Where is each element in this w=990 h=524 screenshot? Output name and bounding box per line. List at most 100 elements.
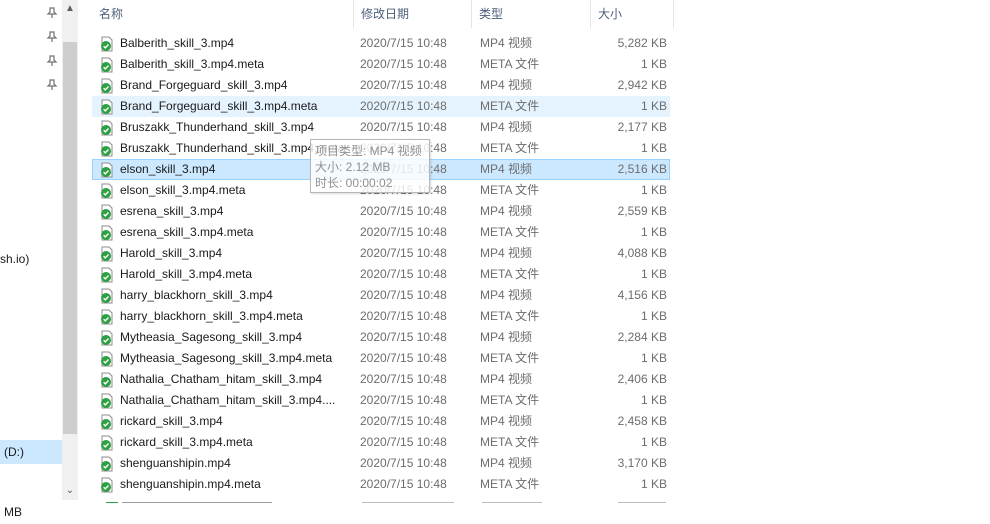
file-size: 1 KB: [640, 267, 667, 281]
file-name: Brand_Forgeguard_skill_3.mp4: [120, 78, 288, 92]
file-row[interactable]: Nathalia_Chatham_hitam_skill_3.mp4 2020/7…: [92, 369, 670, 390]
file-date: 2020/7/15 10:48: [360, 225, 447, 239]
file-name: shenguanshipin.mp4: [120, 456, 231, 470]
file-type: MP4 视频: [480, 456, 533, 470]
pin-icon[interactable]: [46, 31, 58, 43]
file-date: 2020/7/15 10:48: [360, 246, 447, 260]
scroll-thumb[interactable]: [63, 42, 77, 434]
file-synced-icon: [101, 57, 113, 73]
file-row[interactable]: esrena_skill_3.mp4 2020/7/15 10:48 MP4 视频 2…: [92, 201, 670, 222]
file-date: 2020/7/15 10:48: [360, 456, 447, 470]
file-name: Nathalia_Chatham_hitam_skill_3.mp4....: [120, 393, 336, 407]
file-type: META 文件: [480, 183, 540, 197]
file-row[interactable]: harry_blackhorn_skill_3.mp4.meta 2020/7/1…: [92, 306, 670, 327]
file-type: MP4 视频: [480, 78, 533, 92]
file-date: 2020/7/15 10:48: [360, 57, 447, 71]
pin-icon[interactable]: [46, 79, 58, 91]
file-name: Mytheasia_Sagesong_skill_3.mp4: [120, 330, 303, 344]
file-synced-icon: [101, 36, 113, 52]
file-size: 4,156 KB: [617, 288, 667, 302]
file-date: 2020/7/15 10:48: [360, 414, 447, 428]
file-type: MP4 视频: [480, 414, 533, 428]
file-synced-icon: [101, 162, 113, 178]
file-name: Balberith_skill_3.mp4: [120, 36, 235, 50]
file-synced-icon: [101, 78, 113, 94]
file-size: 1 KB: [640, 351, 667, 365]
file-synced-icon: [101, 414, 113, 430]
file-row[interactable]: Brand_Forgeguard_skill_3.mp4.meta 2020/7/…: [92, 96, 670, 117]
file-row[interactable]: Balberith_skill_3.mp4 2020/7/15 10:48 MP4 …: [92, 33, 670, 54]
file-synced-icon: [101, 477, 113, 493]
file-row[interactable]: Mytheasia_Sagesong_skill_3.mp4 2020/7/15 …: [92, 327, 670, 348]
file-size: 1 KB: [640, 99, 667, 113]
file-size: 1 KB: [640, 183, 667, 197]
file-synced-icon: [101, 204, 113, 220]
nav-item-drive-d[interactable]: (D:): [0, 440, 62, 464]
file-type: META 文件: [480, 267, 540, 281]
file-row[interactable]: harry_blackhorn_skill_3.mp4 2020/7/15 10:…: [92, 285, 670, 306]
file-synced-icon: [101, 246, 113, 262]
file-row[interactable]: Nathalia_Chatham_hitam_skill_3.mp4.... 20…: [92, 390, 670, 411]
file-name: Nathalia_Chatham_hitam_skill_3.mp4: [120, 372, 323, 386]
file-info-tooltip: 项目类型: MP4 视频 大小: 2.12 MB 时长: 00:00:02: [310, 139, 430, 193]
file-date: 2020/7/15 10:48: [360, 330, 447, 344]
file-date: 2020/7/15 10:48: [360, 435, 447, 449]
partial-row: [98, 497, 668, 503]
file-date: 2020/7/15 10:48: [360, 477, 447, 491]
file-synced-icon: [101, 309, 113, 325]
file-row[interactable]: Bruszakk_Thunderhand_skill_3.mp4 2020/7/1…: [92, 117, 670, 138]
pin-icon[interactable]: [46, 7, 58, 19]
nav-scrollbar[interactable]: ▲ ⌄: [62, 0, 78, 500]
file-name: shenguanshipin.mp4.meta: [120, 477, 261, 491]
file-date: 2020/7/15 10:48: [360, 120, 447, 134]
tooltip-duration: 时长: 00:00:02: [315, 176, 393, 190]
column-header: ⌃ 名称 修改日期 类型 大小: [92, 0, 674, 28]
column-header-size[interactable]: 大小: [591, 0, 674, 28]
file-synced-icon: [101, 288, 113, 304]
file-type: MP4 视频: [480, 162, 533, 176]
file-row[interactable]: Mytheasia_Sagesong_skill_3.mp4.meta 2020/…: [92, 348, 670, 369]
file-synced-icon: [101, 99, 113, 115]
file-synced-icon: [101, 456, 113, 472]
file-size: 1 KB: [640, 225, 667, 239]
file-row[interactable]: rickard_skill_3.mp4 2020/7/15 10:48 MP4 视频…: [92, 411, 670, 432]
file-date: 2020/7/15 10:48: [360, 36, 447, 50]
file-row[interactable]: shenguanshipin.mp4.meta 2020/7/15 10:48 ME…: [92, 474, 670, 495]
pin-icon[interactable]: [46, 55, 58, 67]
column-header-type[interactable]: 类型: [472, 0, 591, 28]
file-synced-icon: [101, 267, 113, 283]
file-size: 2,458 KB: [617, 414, 667, 428]
file-date: 2020/7/15 10:48: [360, 372, 447, 386]
file-synced-icon: [101, 225, 113, 241]
scroll-up-icon[interactable]: ▲: [62, 0, 78, 18]
column-header-name[interactable]: 名称: [92, 0, 354, 28]
file-row[interactable]: Harold_skill_3.mp4.meta 2020/7/15 10:48 ME…: [92, 264, 670, 285]
file-size: 5,282 KB: [617, 36, 667, 50]
file-size: 2,559 KB: [617, 204, 667, 218]
file-type: MP4 视频: [480, 372, 533, 386]
nav-item-partial[interactable]: sh.io): [0, 252, 29, 266]
file-synced-icon: [101, 183, 113, 199]
file-size: 1 KB: [640, 57, 667, 71]
file-row[interactable]: shenguanshipin.mp4 2020/7/15 10:48 MP4 视频 3…: [92, 453, 670, 474]
column-header-date[interactable]: 修改日期: [354, 0, 472, 28]
file-row[interactable]: Balberith_skill_3.mp4.meta 2020/7/15 10:4…: [92, 54, 670, 75]
file-row[interactable]: Harold_skill_3.mp4 2020/7/15 10:48 MP4 视频 4…: [92, 243, 670, 264]
file-row[interactable]: esrena_skill_3.mp4.meta 2020/7/15 10:48 ME…: [92, 222, 670, 243]
file-type: META 文件: [480, 141, 540, 155]
file-name: Harold_skill_3.mp4: [120, 246, 223, 260]
file-size: 2,406 KB: [617, 372, 667, 386]
scroll-down-icon[interactable]: ⌄: [62, 482, 78, 500]
file-date: 2020/7/15 10:48: [360, 99, 447, 113]
file-list: Balberith_skill_3.mp4 2020/7/15 10:48 MP4 …: [92, 33, 692, 495]
file-row[interactable]: Brand_Forgeguard_skill_3.mp4 2020/7/15 10…: [92, 75, 670, 96]
file-synced-icon: [101, 120, 113, 136]
file-size: 1 KB: [640, 309, 667, 323]
file-size: 4,088 KB: [617, 246, 667, 260]
file-synced-icon: [101, 393, 113, 409]
file-synced-icon: [101, 372, 113, 388]
file-date: 2020/7/15 10:48: [360, 204, 447, 218]
file-name: esrena_skill_3.mp4: [120, 204, 224, 218]
file-row[interactable]: rickard_skill_3.mp4.meta 2020/7/15 10:48 M…: [92, 432, 670, 453]
file-size: 2,177 KB: [617, 120, 667, 134]
